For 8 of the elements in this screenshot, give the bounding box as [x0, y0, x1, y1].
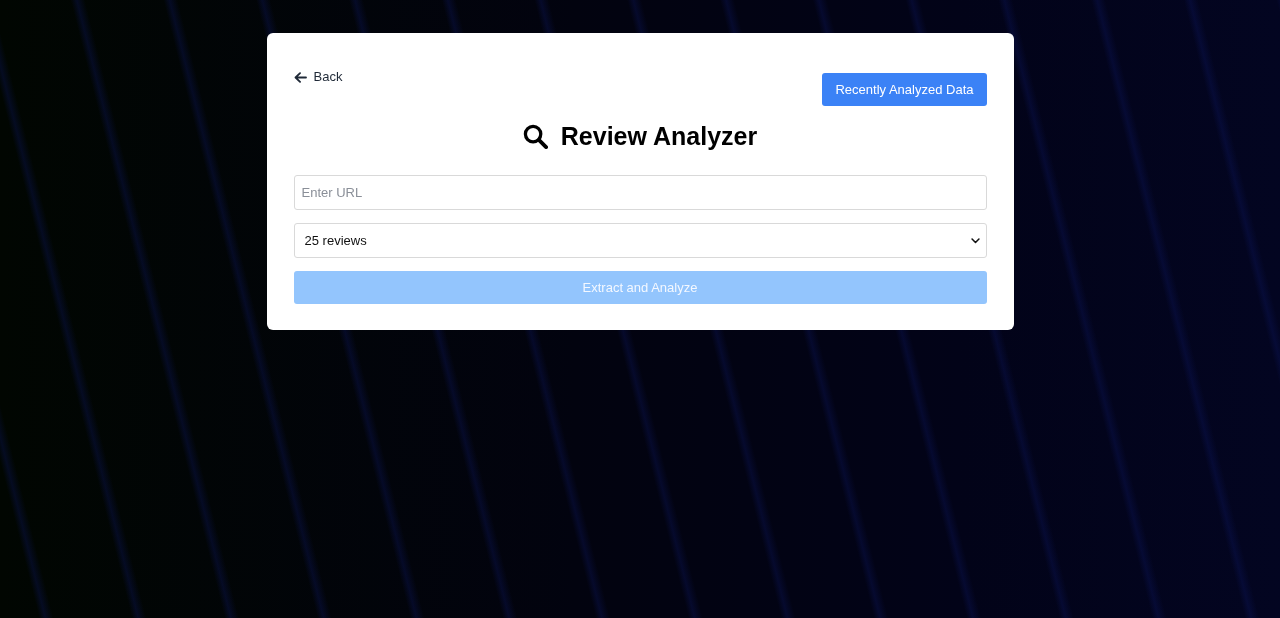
- chevron-down-icon: [970, 237, 980, 244]
- recently-analyzed-button[interactable]: Recently Analyzed Data: [822, 73, 987, 106]
- search-icon: [522, 123, 548, 149]
- app-title: Review Analyzer: [560, 121, 758, 152]
- arrow-left-icon: [293, 71, 307, 83]
- review-count-select[interactable]: 25 reviews: [293, 223, 987, 258]
- url-field[interactable]: Enter URL: [293, 175, 987, 210]
- back-link[interactable]: Back: [293, 69, 343, 85]
